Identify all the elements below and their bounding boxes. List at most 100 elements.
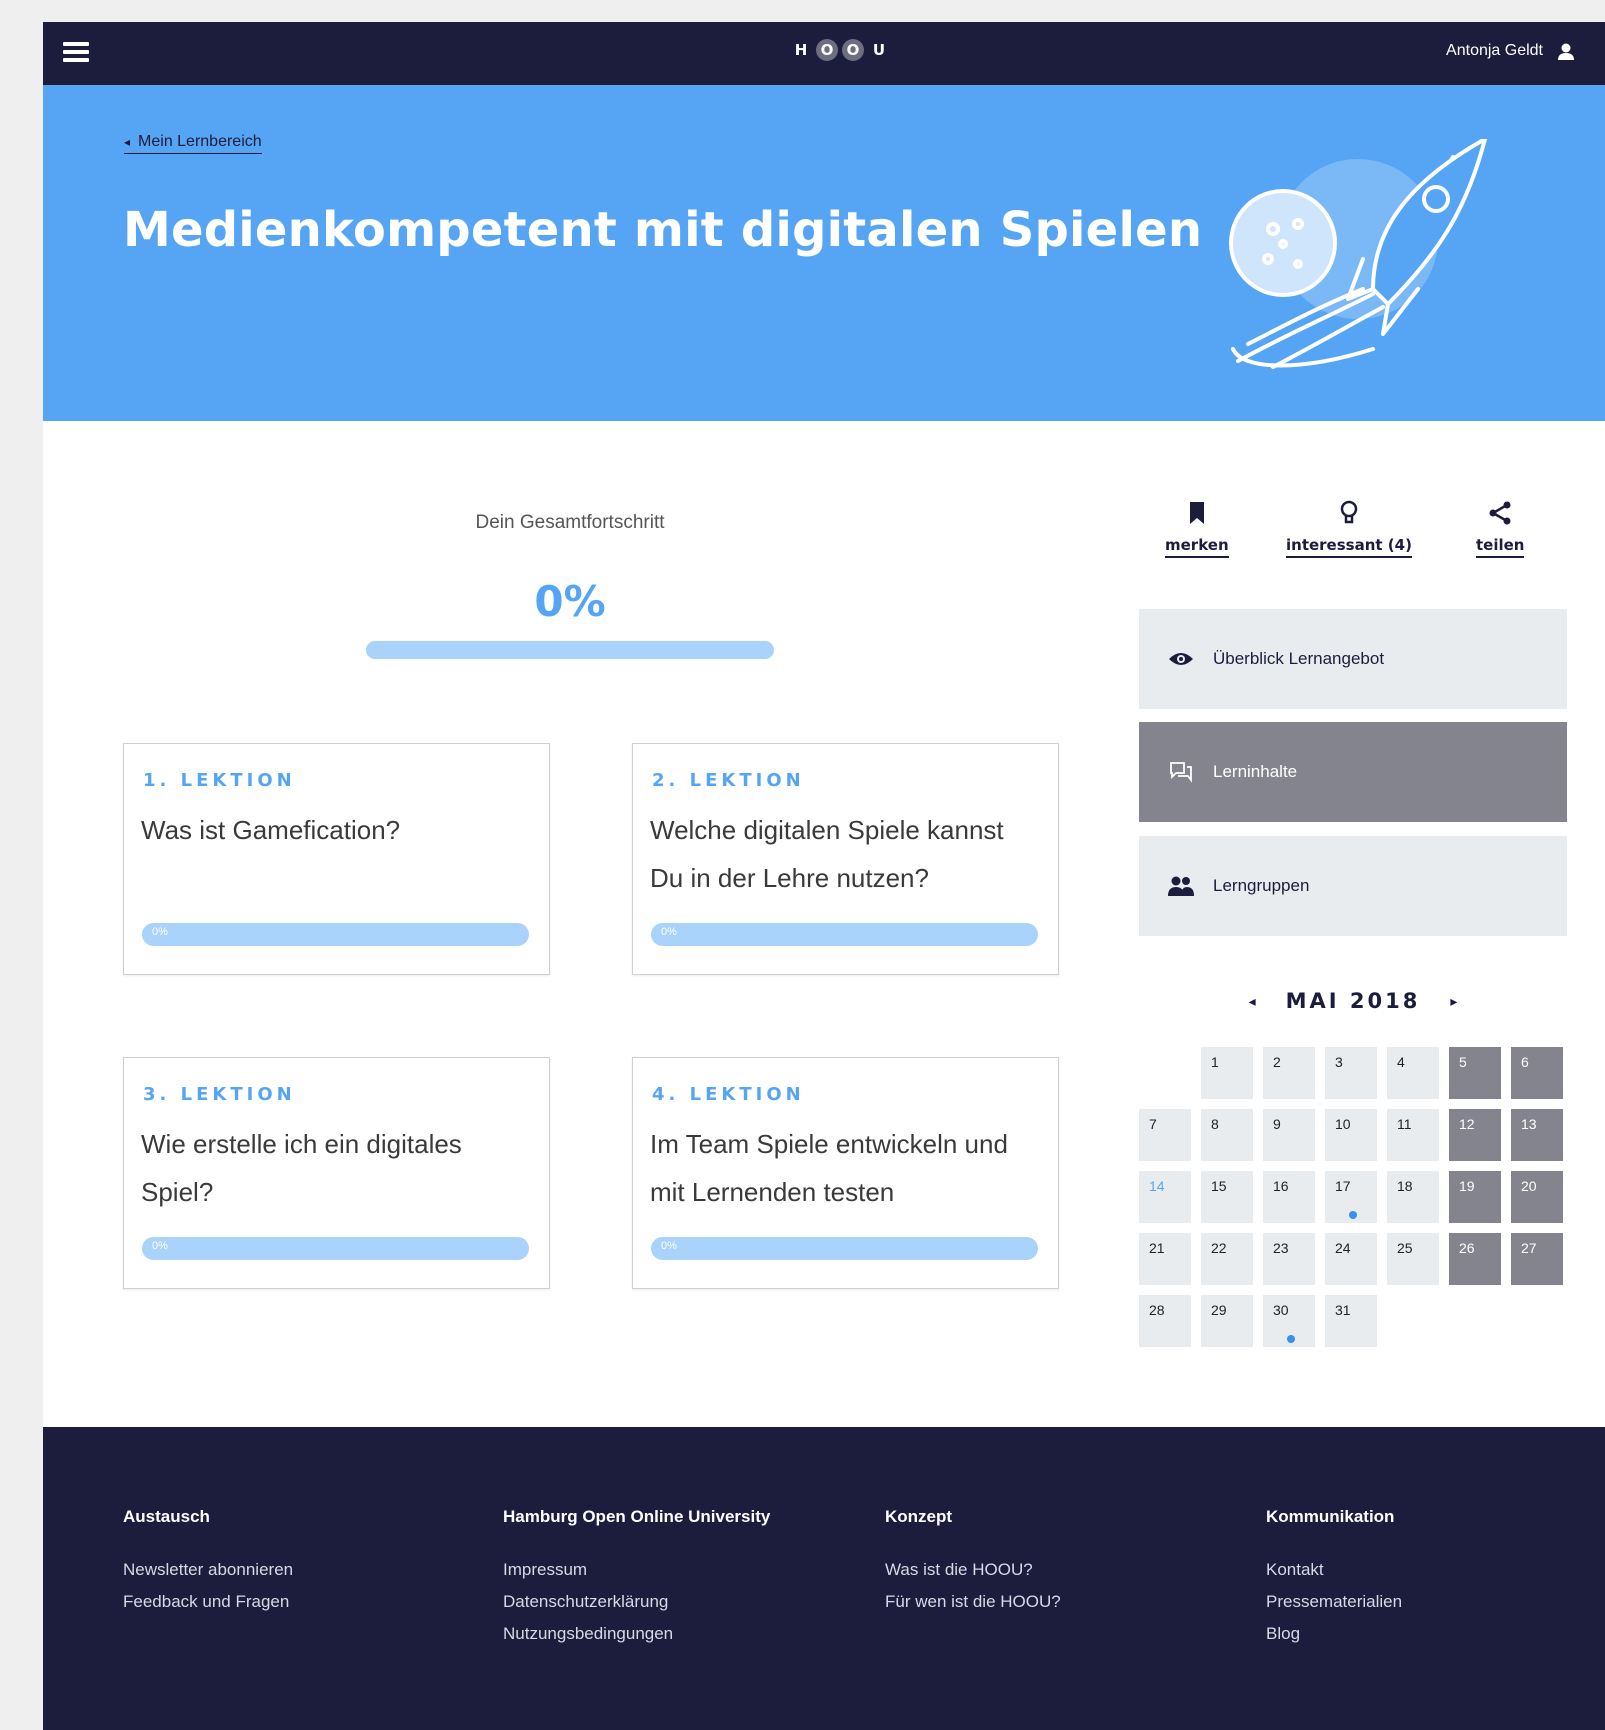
event-dot-icon	[1287, 1335, 1295, 1343]
share-icon	[1489, 501, 1511, 525]
calendar-day[interactable]: 2	[1263, 1047, 1315, 1099]
calendar-day-number: 28	[1149, 1302, 1165, 1318]
calendar-day[interactable]: 18	[1387, 1171, 1439, 1223]
calendar-day[interactable]: 22	[1201, 1233, 1253, 1285]
calendar-day[interactable]: 23	[1263, 1233, 1315, 1285]
footer-column: Kommunikation Kontakt Pressematerialien …	[1266, 1507, 1402, 1650]
logo-letter: O	[842, 39, 864, 61]
eye-icon	[1161, 651, 1201, 667]
calendar-day[interactable]: 9	[1263, 1109, 1315, 1161]
menu-icon[interactable]	[63, 42, 89, 62]
calendar-day[interactable]: 27	[1511, 1233, 1563, 1285]
footer-link[interactable]: Newsletter abonnieren	[123, 1554, 293, 1586]
lesson-title: Wie erstelle ich ein digitales Spiel?	[141, 1129, 462, 1207]
footer-link[interactable]: Für wen ist die HOOU?	[885, 1586, 1061, 1618]
calendar-day[interactable]: 13	[1511, 1109, 1563, 1161]
calendar-day-number: 13	[1521, 1116, 1537, 1132]
bookmark-button[interactable]: merken	[1165, 500, 1229, 558]
calendar-day[interactable]: 24	[1325, 1233, 1377, 1285]
lesson-progress-text: 0%	[661, 1240, 677, 1252]
calendar-day-number: 29	[1211, 1302, 1227, 1318]
calendar-day[interactable]: 28	[1139, 1295, 1191, 1347]
calendar-day[interactable]: 4	[1387, 1047, 1439, 1099]
calendar-day[interactable]: 16	[1263, 1171, 1315, 1223]
bookmark-label: merken	[1165, 536, 1229, 558]
calendar-day[interactable]: 5	[1449, 1047, 1501, 1099]
next-month-icon[interactable]: ▸	[1450, 993, 1457, 1010]
calendar-day-number: 20	[1521, 1178, 1537, 1194]
calendar-day-number: 2	[1273, 1054, 1281, 1070]
lesson-card[interactable]: 3. LEKTION Wie erstelle ich ein digitale…	[123, 1057, 550, 1289]
footer-heading: Austausch	[123, 1507, 210, 1526]
calendar-day[interactable]: 10	[1325, 1109, 1377, 1161]
breadcrumb-back-link[interactable]: ◂ Mein Lernbereich	[124, 133, 262, 154]
footer-link[interactable]: Pressematerialien	[1266, 1586, 1402, 1618]
calendar-day[interactable]: 20	[1511, 1171, 1563, 1223]
user-menu[interactable]: Antonja Geldt	[1446, 42, 1575, 60]
calendar-day-number: 27	[1521, 1240, 1537, 1256]
calendar-day-number: 4	[1397, 1054, 1405, 1070]
calendar-day[interactable]: 29	[1201, 1295, 1253, 1347]
lesson-title: Im Team Spiele entwickeln und mit Lernen…	[650, 1129, 1008, 1207]
calendar-day[interactable]: 17	[1325, 1171, 1377, 1223]
calendar-day-number: 30	[1273, 1302, 1289, 1318]
footer-link[interactable]: Impressum	[503, 1554, 770, 1586]
footer-link[interactable]: Kontakt	[1266, 1554, 1402, 1586]
calendar-day[interactable]: 11	[1387, 1109, 1439, 1161]
calendar-day-number: 15	[1211, 1178, 1227, 1194]
share-label: teilen	[1476, 536, 1525, 558]
calendar-day[interactable]: 8	[1201, 1109, 1253, 1161]
lesson-card[interactable]: 1. LEKTION Was ist Gamefication? 0%	[123, 743, 550, 975]
bookmark-icon	[1189, 502, 1204, 524]
interesting-label: interessant (4)	[1286, 536, 1412, 558]
calendar-day[interactable]: 15	[1201, 1171, 1253, 1223]
nav-learning-groups[interactable]: Lerngruppen	[1139, 836, 1567, 936]
calendar-day-number: 25	[1397, 1240, 1413, 1256]
hoou-logo[interactable]: H O O U	[790, 39, 890, 61]
back-arrow-icon: ◂	[124, 135, 131, 149]
footer-link[interactable]: Was ist die HOOU?	[885, 1554, 1061, 1586]
logo-letter: O	[816, 39, 838, 61]
lesson-card[interactable]: 2. LEKTION Welche digitalen Spiele kanns…	[632, 743, 1059, 975]
footer-link[interactable]: Nutzungsbedingungen	[503, 1618, 770, 1650]
prev-month-icon[interactable]: ◂	[1249, 993, 1256, 1010]
calendar-day[interactable]: 3	[1325, 1047, 1377, 1099]
share-button[interactable]: teilen	[1476, 500, 1525, 558]
event-dot-icon	[1349, 1211, 1357, 1219]
calendar-day-number: 10	[1335, 1116, 1351, 1132]
calendar-day-number: 16	[1273, 1178, 1289, 1194]
calendar-day[interactable]: 14	[1139, 1171, 1191, 1223]
interesting-button[interactable]: interessant (4)	[1286, 500, 1412, 558]
calendar-day-number: 24	[1335, 1240, 1351, 1256]
calendar-day-number: 8	[1211, 1116, 1219, 1132]
footer-link[interactable]: Feedback und Fragen	[123, 1586, 293, 1618]
calendar-day[interactable]: 25	[1387, 1233, 1439, 1285]
top-bar: H O O U Antonja Geldt	[43, 22, 1605, 85]
calendar-day-number: 12	[1459, 1116, 1475, 1132]
calendar-day-number: 31	[1335, 1302, 1351, 1318]
footer-column: Hamburg Open Online University Impressum…	[503, 1507, 770, 1650]
calendar-day-number: 18	[1397, 1178, 1413, 1194]
nav-learning-content[interactable]: Lerninhalte	[1139, 722, 1567, 822]
calendar-day[interactable]: 21	[1139, 1233, 1191, 1285]
calendar-day[interactable]: 31	[1325, 1295, 1377, 1347]
calendar-day-number: 1	[1211, 1054, 1219, 1070]
user-icon	[1558, 43, 1574, 60]
page: H O O U Antonja Geldt ◂ Mein Lernbereich…	[43, 22, 1605, 1730]
calendar-day-number: 3	[1335, 1054, 1343, 1070]
calendar-day[interactable]: 7	[1139, 1109, 1191, 1161]
calendar-day[interactable]: 1	[1201, 1047, 1253, 1099]
calendar-day[interactable]: 26	[1449, 1233, 1501, 1285]
footer-link[interactable]: Datenschutzerklärung	[503, 1586, 770, 1618]
calendar-day-number: 17	[1335, 1178, 1351, 1194]
course-hero: ◂ Mein Lernbereich Medienkompetent mit d…	[43, 85, 1605, 421]
lesson-card[interactable]: 4. LEKTION Im Team Spiele entwickeln und…	[632, 1057, 1059, 1289]
lesson-number: 3. LEKTION	[143, 1084, 296, 1105]
calendar-day[interactable]: 12	[1449, 1109, 1501, 1161]
calendar-day[interactable]: 6	[1511, 1047, 1563, 1099]
calendar-header: ◂ MAI 2018 ▸	[1139, 989, 1567, 1013]
footer-link[interactable]: Blog	[1266, 1618, 1402, 1650]
nav-overview[interactable]: Überblick Lernangebot	[1139, 609, 1567, 709]
calendar-day[interactable]: 30	[1263, 1295, 1315, 1347]
calendar-day[interactable]: 19	[1449, 1171, 1501, 1223]
